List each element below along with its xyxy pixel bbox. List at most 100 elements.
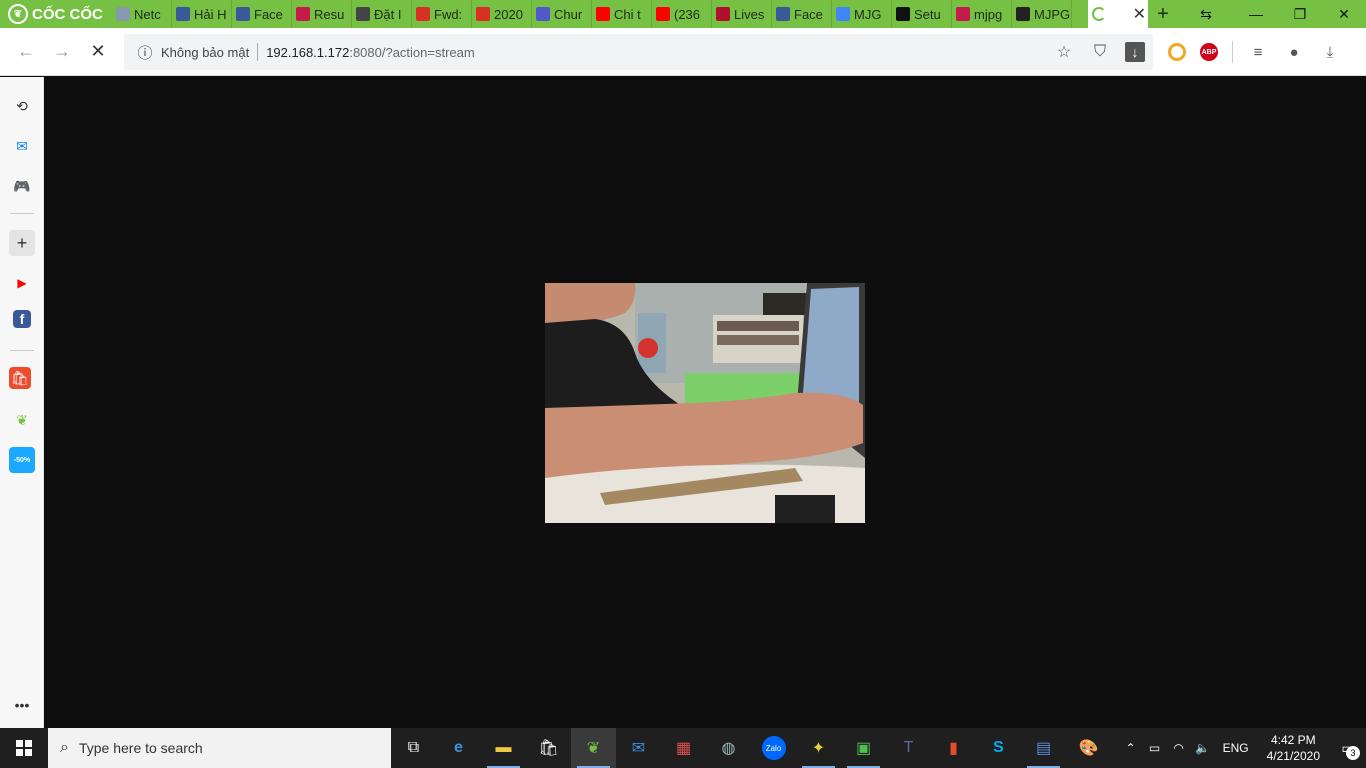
- tab[interactable]: Face: [232, 0, 292, 28]
- address-bar[interactable]: ⓘ Không bảo mật 192.168.1.172:8080/?acti…: [124, 34, 1153, 70]
- facebook-icon: [776, 7, 790, 21]
- close-window-button[interactable]: ✕: [1322, 0, 1366, 28]
- zalo-icon[interactable]: Zalo: [751, 728, 796, 768]
- input-language[interactable]: ENG: [1215, 741, 1257, 755]
- tab-title: Face: [254, 6, 283, 22]
- chevron-up-icon[interactable]: ⌃: [1119, 741, 1143, 755]
- tab[interactable]: Face: [772, 0, 832, 28]
- office-icon[interactable]: ▮: [931, 728, 976, 768]
- remote-desktop-icon[interactable]: ▤: [1021, 728, 1066, 768]
- tiki-icon[interactable]: -50%: [9, 447, 35, 473]
- notifications-button[interactable]: ▭ 3: [1330, 728, 1366, 768]
- adblock-plus-icon[interactable]: ABP: [1200, 43, 1218, 61]
- coccoc-taskbar-icon[interactable]: ❦: [571, 728, 616, 768]
- file-explorer-icon[interactable]: ▬: [481, 728, 526, 768]
- facebook-icon: [176, 7, 190, 21]
- tab-title: (236: [674, 6, 701, 22]
- coccoc-leaf-icon[interactable]: ❦: [9, 407, 35, 433]
- shopee-icon[interactable]: 🛍: [9, 367, 31, 389]
- wifi-icon[interactable]: ◠: [1167, 741, 1191, 755]
- media-queue-icon[interactable]: ≡: [1247, 41, 1269, 63]
- tab[interactable]: Hải H: [172, 0, 232, 28]
- security-label: Không bảo mật: [161, 44, 250, 60]
- volume-icon[interactable]: 🔈: [1191, 741, 1215, 755]
- close-tab-icon[interactable]: ✕: [1133, 4, 1146, 24]
- stop-loading-button[interactable]: ✕: [80, 34, 116, 70]
- store-icon[interactable]: 🛍: [526, 728, 571, 768]
- tab-title: Fwd:: [434, 6, 463, 22]
- search-icon: ⌕: [60, 739, 69, 756]
- youtube-icon: [596, 7, 610, 21]
- download-icon[interactable]: ⤓: [1319, 41, 1341, 63]
- new-tab-button[interactable]: +: [1148, 0, 1178, 28]
- tab[interactable]: Đặt I: [352, 0, 412, 28]
- divider: [1232, 41, 1233, 63]
- teams-icon[interactable]: T: [886, 728, 931, 768]
- skype-icon[interactable]: S: [976, 728, 1021, 768]
- tab[interactable]: Lives: [712, 0, 772, 28]
- shield-icon[interactable]: ⛉: [1089, 41, 1111, 63]
- tab-title: MJG: [854, 6, 882, 22]
- taskbar-search[interactable]: ⌕ Type here to search: [48, 728, 391, 768]
- history-icon[interactable]: ⟲: [9, 93, 35, 119]
- network-app-icon[interactable]: ▣: [841, 728, 886, 768]
- sidebar-divider: [10, 213, 34, 214]
- tab-title: Hải H: [194, 6, 227, 22]
- clock-date: 4/21/2020: [1266, 749, 1320, 763]
- tab[interactable]: Resu: [292, 0, 352, 28]
- tab[interactable]: (236: [652, 0, 712, 28]
- tab[interactable]: Fwd:: [412, 0, 472, 28]
- tool-app-icon[interactable]: ✦: [796, 728, 841, 768]
- facebook-icon[interactable]: f: [13, 310, 31, 328]
- download-video-icon[interactable]: ↓: [1125, 42, 1145, 62]
- edge-icon[interactable]: e: [436, 728, 481, 768]
- tab[interactable]: Chi t: [592, 0, 652, 28]
- raspberry-icon: [296, 7, 310, 21]
- start-button[interactable]: [0, 728, 48, 768]
- windows-taskbar: ⌕ Type here to search ⧉ e ▬ 🛍 ❦ ✉ ▦ ◍ Za…: [0, 728, 1366, 768]
- tab[interactable]: 2020: [472, 0, 532, 28]
- coccoc-logo-icon: ❦: [8, 4, 28, 24]
- tab-title: Face: [794, 6, 823, 22]
- coccoc-extension-icon[interactable]: [1168, 43, 1186, 61]
- profile-icon[interactable]: ●: [1283, 41, 1305, 63]
- bookmark-star-icon[interactable]: ☆: [1053, 41, 1075, 63]
- url-path: :8080/?action=stream: [349, 44, 475, 60]
- tab-search-icon[interactable]: ⇆: [1178, 0, 1234, 28]
- add-icon[interactable]: +: [9, 230, 35, 256]
- url-text[interactable]: 192.168.1.172:8080/?action=stream: [266, 45, 475, 60]
- clock-time: 4:42 PM: [1270, 733, 1316, 747]
- tab-title: Lives: [734, 6, 765, 22]
- forward-button[interactable]: →: [44, 34, 80, 70]
- gmail-icon: [476, 7, 490, 21]
- globe-app-icon[interactable]: ◍: [706, 728, 751, 768]
- tab[interactable]: mjpg: [952, 0, 1012, 28]
- browser-toolbar: ← → ✕ ⓘ Không bảo mật 192.168.1.172:8080…: [0, 28, 1366, 76]
- messenger-icon[interactable]: ✉: [9, 133, 35, 159]
- game-icon[interactable]: 🎮: [9, 173, 35, 199]
- r-icon: [716, 7, 730, 21]
- tab-title: Netc: [134, 6, 161, 22]
- clock[interactable]: 4:42 PM 4/21/2020: [1257, 732, 1330, 764]
- tab[interactable]: Netc: [112, 0, 172, 28]
- tab-active[interactable]: ✕: [1088, 0, 1148, 28]
- raspberry-icon: [956, 7, 970, 21]
- tab[interactable]: Setu: [892, 0, 952, 28]
- info-icon[interactable]: ⓘ: [134, 41, 156, 63]
- paint-icon[interactable]: 🎨: [1066, 728, 1111, 768]
- tab[interactable]: Chur: [532, 0, 592, 28]
- task-view-icon[interactable]: ⧉: [391, 728, 436, 768]
- tab[interactable]: MJG: [832, 0, 892, 28]
- battery-icon[interactable]: ▭: [1143, 741, 1167, 755]
- github-icon: [896, 7, 910, 21]
- gmail-icon: [416, 7, 430, 21]
- coccoc-brand[interactable]: ❦ CỐC CỐC: [0, 0, 112, 28]
- calculator-app-icon[interactable]: ▦: [661, 728, 706, 768]
- more-icon[interactable]: •••: [9, 692, 35, 718]
- restore-button[interactable]: ❐: [1278, 0, 1322, 28]
- minimize-button[interactable]: —: [1234, 0, 1278, 28]
- back-button[interactable]: ←: [8, 34, 44, 70]
- youtube-icon[interactable]: ▶: [9, 270, 35, 296]
- tab[interactable]: MJPG: [1012, 0, 1072, 28]
- mail-icon[interactable]: ✉: [616, 728, 661, 768]
